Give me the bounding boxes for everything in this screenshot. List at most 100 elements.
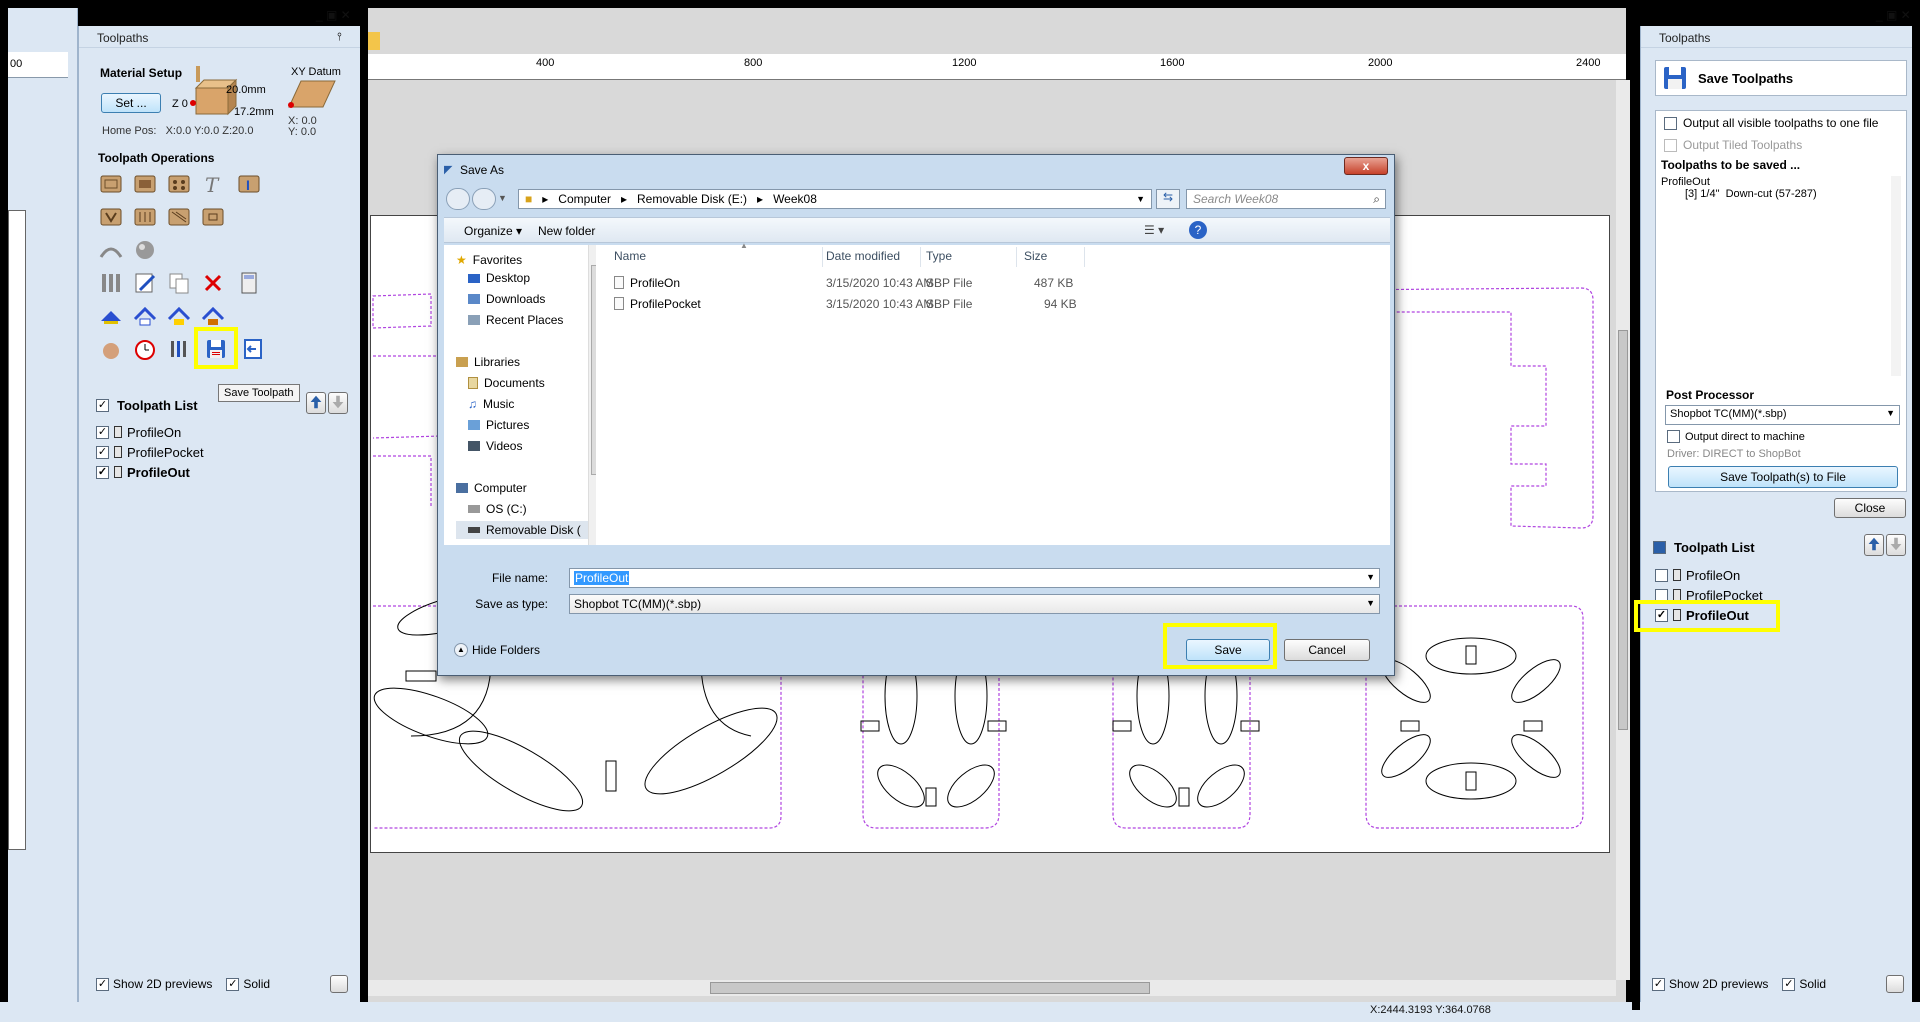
close-button[interactable]: Close <box>1834 498 1906 518</box>
right-toolpath-row[interactable]: ProfileOn <box>1655 566 1740 584</box>
recalculate-icon[interactable] <box>98 303 124 329</box>
column-size[interactable]: Size <box>1024 249 1047 263</box>
recent-pages-icon[interactable]: ▼ <box>498 193 507 203</box>
vcarve-toolpath-icon[interactable] <box>98 204 124 230</box>
nav-computer[interactable]: Computer <box>456 481 527 495</box>
right-toolpath-checkbox[interactable] <box>1655 568 1668 582</box>
output-all-checkbox[interactable] <box>1664 116 1677 130</box>
simulate-icon[interactable] <box>98 336 124 362</box>
delete-toolpath-icon[interactable] <box>200 270 226 296</box>
filename-input[interactable]: ProfileOut ▼ <box>569 568 1380 588</box>
strip-scrollbar[interactable] <box>64 92 74 732</box>
pocket-toolpath-icon[interactable] <box>132 171 158 197</box>
copy-toolpath-icon[interactable] <box>166 270 192 296</box>
show-previews-checkbox[interactable]: ✓ <box>96 977 109 991</box>
column-type[interactable]: Type <box>926 249 952 263</box>
right-toolpath-list-checkbox[interactable] <box>1653 541 1666 554</box>
pin-icon[interactable]: ⫯ <box>337 31 342 44</box>
canvas-horizontal-scrollbar[interactable] <box>368 980 1616 996</box>
savetype-select[interactable]: Shopbot TC(MM)(*.sbp) ▼ <box>569 594 1380 614</box>
nav-music[interactable]: ♫ Music <box>468 397 514 411</box>
to-be-saved-scrollbar[interactable] <box>1891 176 1901 376</box>
search-icon[interactable]: ⌕ <box>1373 192 1380 207</box>
address-bar[interactable]: ■ ▸ Computer ▸ Removable Disk (E:) ▸ Wee… <box>518 189 1152 209</box>
output-all-option[interactable]: Output all visible toolpaths to one file <box>1664 116 1878 130</box>
xy-datum-icon[interactable] <box>287 79 337 109</box>
close-icon[interactable]: x <box>1344 157 1388 175</box>
right-move-down-button[interactable] <box>1886 534 1906 556</box>
right-window-controls[interactable]: _ ▣ ✕ <box>1876 8 1911 22</box>
nav-desktop[interactable]: Desktop <box>468 271 530 285</box>
left-footer-options-button[interactable] <box>330 975 348 993</box>
nav-videos[interactable]: Videos <box>468 439 522 453</box>
3d-finish-icon[interactable] <box>132 237 158 263</box>
inlay-toolpath-icon[interactable]: I <box>236 171 262 197</box>
toolpath-template-icon[interactable] <box>166 303 192 329</box>
help-icon[interactable]: ? <box>1189 221 1207 239</box>
profile-toolpath-icon[interactable] <box>98 171 124 197</box>
nav-pictures[interactable]: Pictures <box>468 418 529 432</box>
drilling-toolpath-icon[interactable] <box>166 171 192 197</box>
nav-favorites[interactable]: ★ Favorites <box>456 253 522 267</box>
export-toolpath-icon[interactable] <box>240 336 266 362</box>
toolpath-row[interactable]: ✓ ProfileOut <box>96 463 190 481</box>
toolpath-template-load-icon[interactable] <box>200 303 226 329</box>
text-engrave-icon[interactable]: T <box>200 171 226 197</box>
view-options-icon[interactable]: ☰ ▾ <box>1144 223 1164 237</box>
breadcrumb-week08[interactable]: Week08 <box>773 192 817 206</box>
tool-database-icon[interactable] <box>98 270 124 296</box>
right-solid-checkbox[interactable]: ✓ <box>1782 977 1796 991</box>
toolpath-list-checkbox[interactable]: ✓ <box>96 399 109 412</box>
toolpath-checkbox[interactable]: ✓ <box>96 465 109 479</box>
breadcrumb-removable[interactable]: Removable Disk (E:) <box>637 192 747 206</box>
chevron-down-icon[interactable]: ▼ <box>1366 572 1375 582</box>
cancel-button[interactable]: Cancel <box>1284 639 1370 661</box>
new-folder-button[interactable]: New folder <box>538 224 595 238</box>
toolpath-checkbox[interactable]: ✓ <box>96 425 109 439</box>
timer-icon[interactable] <box>132 336 158 362</box>
hide-folders-toggle[interactable]: ▲ Hide Folders <box>454 643 540 657</box>
search-input[interactable]: Search Week08 ⌕ <box>1186 189 1386 209</box>
right-footer-options-button[interactable] <box>1886 975 1904 993</box>
move-down-button[interactable] <box>328 392 348 414</box>
output-direct-option[interactable]: Output direct to machine <box>1667 430 1805 443</box>
file-row[interactable]: ProfilePocket 3/15/2020 10:43 AM SBP Fil… <box>596 294 1196 314</box>
refresh-icon[interactable]: ⇆ <box>1156 189 1180 209</box>
toolpath-row[interactable]: ✓ ProfilePocket <box>96 443 204 461</box>
post-processor-select[interactable]: Shopbot TC(MM)(*.sbp) ▼ <box>1665 405 1900 425</box>
organize-button[interactable]: Organize ▾ <box>464 224 522 238</box>
toolpath-checkbox[interactable]: ✓ <box>96 445 109 459</box>
edit-toolpath-icon[interactable] <box>132 270 158 296</box>
texture-toolpath-icon[interactable] <box>200 204 226 230</box>
address-dropdown-icon[interactable]: ▼ <box>1136 194 1145 204</box>
nav-downloads[interactable]: Downloads <box>468 292 545 306</box>
solid-checkbox[interactable]: ✓ <box>226 977 240 991</box>
column-date[interactable]: Date modified <box>826 249 900 263</box>
prism-toolpath-icon[interactable] <box>166 204 192 230</box>
save-toolpaths-to-file-button[interactable]: Save Toolpath(s) to File <box>1668 466 1898 488</box>
right-show-previews-checkbox[interactable]: ✓ <box>1652 977 1665 991</box>
breadcrumb-computer[interactable]: Computer <box>558 192 611 206</box>
output-direct-checkbox[interactable] <box>1667 430 1680 443</box>
fluting-toolpath-icon[interactable] <box>132 204 158 230</box>
move-up-button[interactable] <box>306 392 326 414</box>
nav-os-drive[interactable]: OS (C:) <box>468 502 527 516</box>
tool-library-icon[interactable] <box>166 336 192 362</box>
forward-button[interactable] <box>472 188 496 210</box>
chevron-down-icon[interactable]: ▼ <box>1366 598 1375 608</box>
column-name[interactable]: Name <box>614 249 646 263</box>
calculator-icon[interactable] <box>236 270 262 296</box>
toolpath-row[interactable]: ✓ ProfileOn <box>96 423 181 441</box>
right-move-up-button[interactable] <box>1864 534 1884 556</box>
left-window-controls[interactable]: _ ▣ ✕ <box>316 8 351 22</box>
nav-documents[interactable]: Documents <box>468 376 545 390</box>
nav-recent[interactable]: Recent Places <box>468 313 563 327</box>
back-button[interactable] <box>446 188 470 210</box>
3d-roughing-icon[interactable] <box>98 237 124 263</box>
canvas-vertical-scrollbar[interactable] <box>1616 80 1630 980</box>
nav-libraries[interactable]: Libraries <box>456 355 520 369</box>
nav-removable-disk[interactable]: Removable Disk ( <box>456 521 588 539</box>
material-set-button[interactable]: Set ... <box>101 93 161 113</box>
file-row[interactable]: ProfileOn 3/15/2020 10:43 AM SBP File 48… <box>596 273 1196 293</box>
merge-toolpath-icon[interactable] <box>132 303 158 329</box>
